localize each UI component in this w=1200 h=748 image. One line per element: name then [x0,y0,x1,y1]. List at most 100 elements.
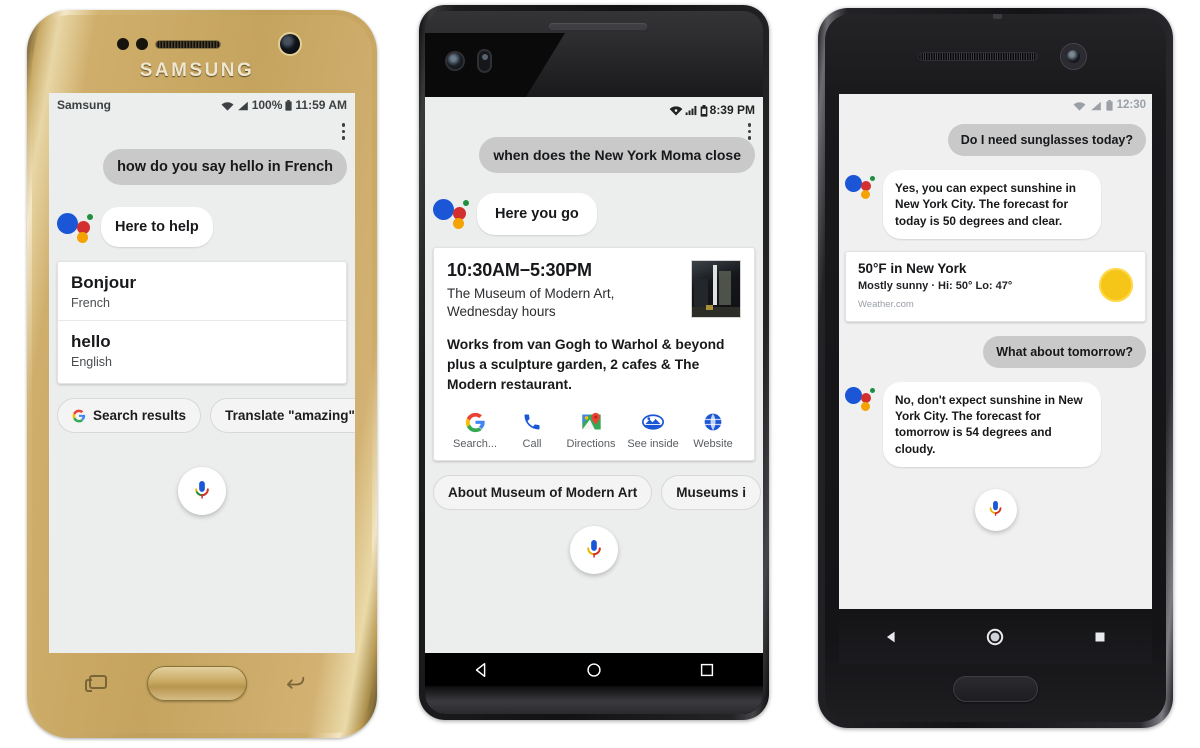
action-label: Call [522,438,542,450]
carrier-label: Samsung [57,98,112,112]
mic-area [425,526,763,574]
suggestion-chip-row: About Museum of Modern Art Museums i [425,475,763,510]
signal-icon [685,105,697,116]
translation-row: hello English [58,321,346,383]
weather-source: Weather.com [858,298,914,310]
overflow-menu-icon[interactable] [341,123,345,140]
action-label: Search... [452,438,498,450]
proximity-sensor-icon [117,38,148,50]
user-message-bubble: What about tomorrow? [983,335,1146,368]
phone-nexus-black: 8:39 PM when does the New York Moma clos… [419,5,769,720]
phone3-body: 12:30 Do I need sunglasses today? Yes, y… [825,14,1166,722]
assistant-message-row: Yes, you can expect sunshine in New York… [839,170,1152,239]
overflow-menu-icon[interactable] [747,123,751,140]
microphone-button[interactable] [974,488,1017,531]
see-inside-icon [642,411,664,433]
place-day: Wednesday hours [447,304,556,319]
chip-label: Translate "amazing" [225,408,355,423]
place-photo [691,260,741,318]
translation-word: Bonjour [71,273,137,292]
action-website[interactable]: Website [685,411,741,450]
action-search[interactable]: Search... [447,411,503,450]
phone1-top-bezel: SAMSUNG [27,10,367,93]
phone2-screen: 8:39 PM when does the New York Moma clos… [425,97,763,653]
phone3-navigation-bar [839,609,1152,664]
assistant-message-bubble: Here to help [101,207,213,247]
front-camera-icon [447,53,463,69]
translation-word: hello [71,332,111,351]
recents-square-icon[interactable] [698,661,716,679]
weather-card[interactable]: 50°F in New York Mostly sunny · Hi: 50° … [845,250,1146,322]
translation-language: French [71,296,110,310]
earpiece-icon [155,40,221,49]
clock-label: 8:39 PM [709,103,755,117]
chip-label: About Museum of Modern Art [448,485,638,500]
proximity-sensor-icon [479,51,490,71]
wifi-icon [1073,100,1086,111]
phone3-status-bar: 12:30 [839,94,1152,116]
weather-temperature: 50°F in New York [858,260,967,276]
place-action-row: Search... Call Directions See inside Web… [447,411,741,450]
action-call[interactable]: Call [504,411,560,450]
front-camera-icon [280,34,300,54]
back-triangle-icon[interactable] [472,661,490,679]
place-description: Works from van Gogh to Warhol & beyond p… [447,337,725,392]
phone2-navigation-bar [425,653,763,714]
translation-row: Bonjour French [58,262,346,321]
recents-icon[interactable] [85,675,107,692]
phone-htc-black: 12:30 Do I need sunglasses today? Yes, y… [818,8,1173,728]
battery-icon [1105,99,1113,111]
place-name: The Museum of Modern Art, [447,286,615,301]
chip-translate-amazing[interactable]: Translate "amazing" [210,398,355,433]
chip-search-results[interactable]: Search results [57,398,202,433]
google-assistant-logo-icon [433,195,469,229]
clock-label: 12:30 [1116,99,1146,111]
phone-icon [522,411,542,433]
microphone-button[interactable] [178,467,226,515]
user-message-row: Do I need sunglasses today? [839,124,1152,156]
action-label: Website [693,438,733,450]
user-message-bubble: how do you say hello in French [103,149,347,185]
place-card[interactable]: 10:30AM−5:30PM The Museum of Modern Art,… [433,247,755,461]
signal-icon [237,100,249,111]
front-camera-icon [1061,44,1086,69]
phone3-screen: 12:30 Do I need sunglasses today? Yes, y… [839,94,1152,609]
mic-area [839,488,1152,531]
phone-samsung-galaxy: SAMSUNG Samsung 100% 11:59 AM how do you… [27,10,377,738]
back-triangle-icon[interactable] [882,628,900,646]
battery-icon [285,99,292,111]
google-assistant-logo-icon [845,172,875,200]
google-assistant-logo-icon [57,209,93,243]
action-label: See inside [627,438,679,450]
google-assistant-logo-icon [845,384,875,412]
assistant-message-bubble: Yes, you can expect sunshine in New York… [883,170,1101,239]
home-circle-icon[interactable] [585,661,603,679]
chip-label: Search results [93,408,187,423]
signal-icon [1090,100,1102,111]
user-message-row: how do you say hello in French [49,149,355,185]
assistant-message-row: No, don't expect sunshine in New York Ci… [839,381,1152,467]
home-circle-icon[interactable] [985,627,1005,647]
action-label: Directions [566,438,616,450]
wifi-icon [221,100,234,111]
mic-area [49,467,355,515]
earpiece-icon [918,52,1038,61]
phone2-top-bezel [425,11,763,97]
home-button[interactable] [147,666,247,701]
phone2-bottom-edge [425,686,763,714]
user-message-row: What about tomorrow? [839,335,1152,368]
action-see-inside[interactable]: See inside [622,411,684,450]
fingerprint-sensor[interactable] [953,676,1038,702]
wifi-icon [669,105,683,116]
action-directions[interactable]: Directions [561,411,621,450]
recents-square-icon[interactable] [1091,628,1109,646]
chip-museums-in[interactable]: Museums i [661,475,762,510]
microphone-icon [192,480,212,502]
back-icon[interactable] [285,675,305,689]
assistant-message-row: Here to help [49,207,355,247]
translation-card[interactable]: Bonjour French hello English [57,261,347,384]
microphone-button[interactable] [570,526,618,574]
clock-label: 11:59 AM [295,98,347,112]
phone1-screen: Samsung 100% 11:59 AM how do you say hel… [49,93,355,653]
chip-about-museum[interactable]: About Museum of Modern Art [433,475,653,510]
